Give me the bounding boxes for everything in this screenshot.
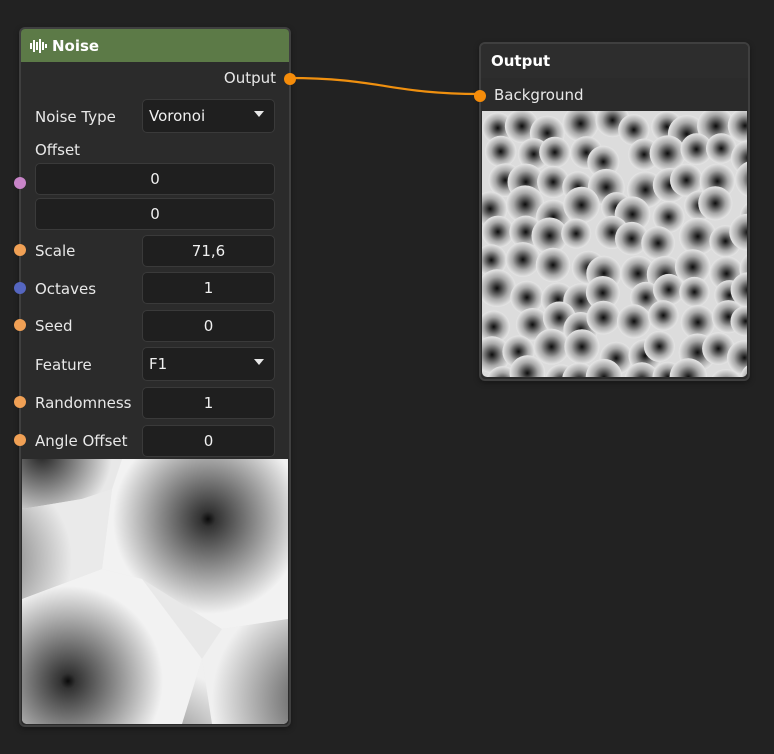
octaves-input-port[interactable] — [14, 282, 26, 294]
scale-label: Scale — [35, 242, 76, 260]
scale-input-port[interactable] — [14, 244, 26, 256]
waveform-icon — [30, 38, 47, 53]
octaves-label: Octaves — [35, 280, 97, 298]
randomness-label: Randomness — [35, 394, 132, 412]
feature-value: F1 — [149, 355, 168, 373]
octaves-value: 1 — [203, 279, 214, 297]
octaves-field[interactable]: 1 — [142, 272, 275, 304]
chevron-down-icon — [254, 111, 264, 117]
seed-input-port[interactable] — [14, 319, 26, 331]
noise-type-select[interactable]: Voronoi — [142, 99, 275, 133]
noise-type-label: Noise Type — [35, 108, 116, 126]
noise-type-value: Voronoi — [149, 107, 206, 125]
randomness-input-port[interactable] — [14, 396, 26, 408]
output-preview-image — [482, 111, 747, 377]
noise-preview-image — [22, 459, 288, 724]
feature-label: Feature — [35, 356, 92, 374]
offset-x-field[interactable]: 0 — [35, 163, 275, 195]
offset-input-port[interactable] — [14, 177, 26, 189]
output-node-header[interactable]: Output — [481, 44, 748, 78]
offset-label: Offset — [35, 141, 81, 159]
offset-y-field[interactable]: 0 — [35, 198, 275, 230]
noise-node-title: Noise — [52, 36, 100, 55]
background-input-port[interactable] — [474, 90, 486, 102]
angle-offset-input-port[interactable] — [14, 434, 26, 446]
noise-node[interactable]: Noise Output Noise Type Voronoi Offset 0… — [14, 27, 296, 727]
output-node-title: Output — [491, 52, 551, 70]
scale-field[interactable]: 71,6 — [142, 235, 275, 267]
scale-value: 71,6 — [191, 242, 226, 260]
randomness-value: 1 — [203, 394, 214, 412]
seed-label: Seed — [35, 317, 73, 335]
angle-offset-field[interactable]: 0 — [142, 425, 275, 457]
chevron-down-icon — [254, 359, 264, 365]
output-node[interactable]: Output Background — [474, 42, 750, 381]
output-port[interactable] — [284, 73, 296, 85]
angle-offset-value: 0 — [203, 432, 214, 450]
offset-x-value: 0 — [150, 170, 160, 188]
angle-offset-label: Angle Offset — [35, 432, 128, 450]
offset-y-value: 0 — [150, 205, 160, 223]
background-port-label: Background — [494, 86, 584, 104]
feature-select[interactable]: F1 — [142, 347, 275, 381]
randomness-field[interactable]: 1 — [142, 387, 275, 419]
noise-node-header[interactable]: Noise — [21, 29, 289, 62]
output-port-label: Output — [223, 69, 276, 87]
seed-value: 0 — [203, 317, 214, 335]
seed-field[interactable]: 0 — [142, 310, 275, 342]
